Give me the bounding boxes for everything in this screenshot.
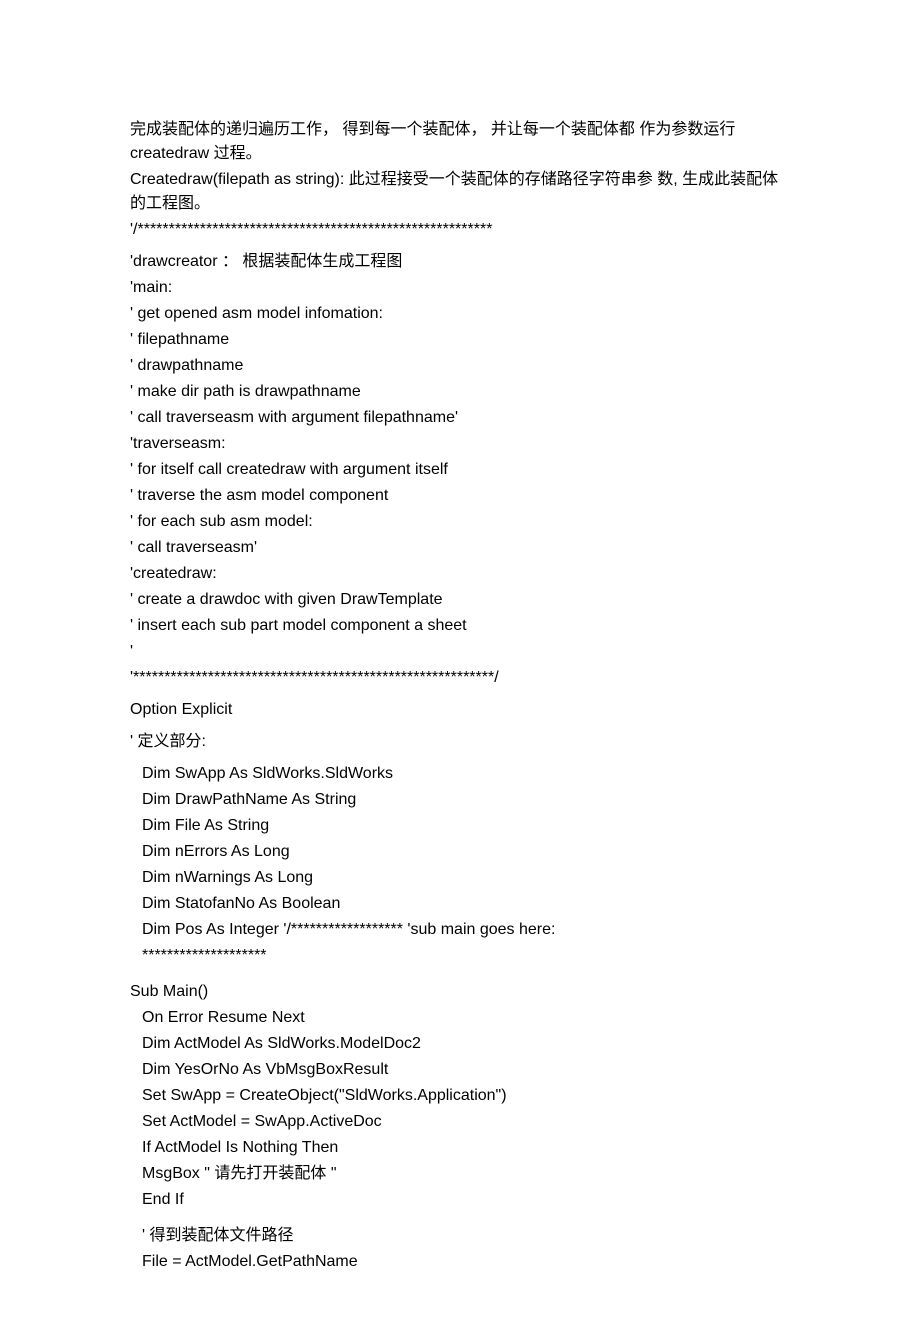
code-line: File = ActModel.GetPathName [130,1250,790,1274]
document-page: 完成装配体的递归遍历工作， 得到每一个装配体， 并让每一个装配体都 作为参数运行… [0,0,920,1336]
code-comment-line: ' for each sub asm model: [130,510,790,534]
code-line: If ActModel Is Nothing Then [130,1136,790,1160]
code-line: On Error Resume Next [130,1006,790,1030]
code-line: Dim YesOrNo As VbMsgBoxResult [130,1058,790,1082]
code-comment-line: '***************************************… [130,666,790,690]
code-comment-line: ' insert each sub part model component a… [130,614,790,638]
code-comment-line: 'drawcreator ： 根据装配体生成工程图 [130,250,790,274]
code-line: Sub Main() [130,980,790,1004]
code-comment-line: ' [130,640,790,664]
code-comment-line: ' call traverseasm' [130,536,790,560]
code-comment-line: ' get opened asm model infomation: [130,302,790,326]
spacer [130,1214,790,1224]
code-comment-line: ' 定义部分: [130,730,790,754]
code-line: Dim DrawPathName As String [130,788,790,812]
code-comment-line: ' 得到装配体文件路径 [130,1224,790,1248]
code-line: Option Explicit [130,698,790,722]
code-comment-line: ' for itself call createdraw with argume… [130,458,790,482]
code-comment-line: ' drawpathname [130,354,790,378]
code-line: Dim Pos As Integer '/****************** … [130,918,790,942]
code-comment-line: 'main: [130,276,790,300]
code-line: Dim nWarnings As Long [130,866,790,890]
code-line: End If [130,1188,790,1212]
code-comment-line: ' filepathname [130,328,790,352]
code-comment-line: '/**************************************… [130,218,790,242]
text-line: 完成装配体的递归遍历工作， 得到每一个装配体， 并让每一个装配体都 作为参数运行… [130,118,790,166]
code-line: Dim StatofanNo As Boolean [130,892,790,916]
code-line: Set SwApp = CreateObject("SldWorks.Appli… [130,1084,790,1108]
code-line: MsgBox " 请先打开装配体 " [130,1162,790,1186]
code-comment-line: 'createdraw: [130,562,790,586]
code-line: Dim nErrors As Long [130,840,790,864]
code-line: Dim SwApp As SldWorks.SldWorks [130,762,790,786]
code-comment-line: ' traverse the asm model component [130,484,790,508]
code-comment-line: 'traverseasm: [130,432,790,456]
code-line: Dim ActModel As SldWorks.ModelDoc2 [130,1032,790,1056]
code-line: Set ActModel = SwApp.ActiveDoc [130,1110,790,1134]
text-line: Createdraw(filepath as string): 此过程接受一个装… [130,168,790,216]
code-line: ******************** [130,944,790,968]
code-line: Dim File As String [130,814,790,838]
code-comment-line: ' create a drawdoc with given DrawTempla… [130,588,790,612]
code-comment-line: ' call traverseasm with argument filepat… [130,406,790,430]
spacer [130,970,790,980]
code-comment-line: ' make dir path is drawpathname [130,380,790,404]
